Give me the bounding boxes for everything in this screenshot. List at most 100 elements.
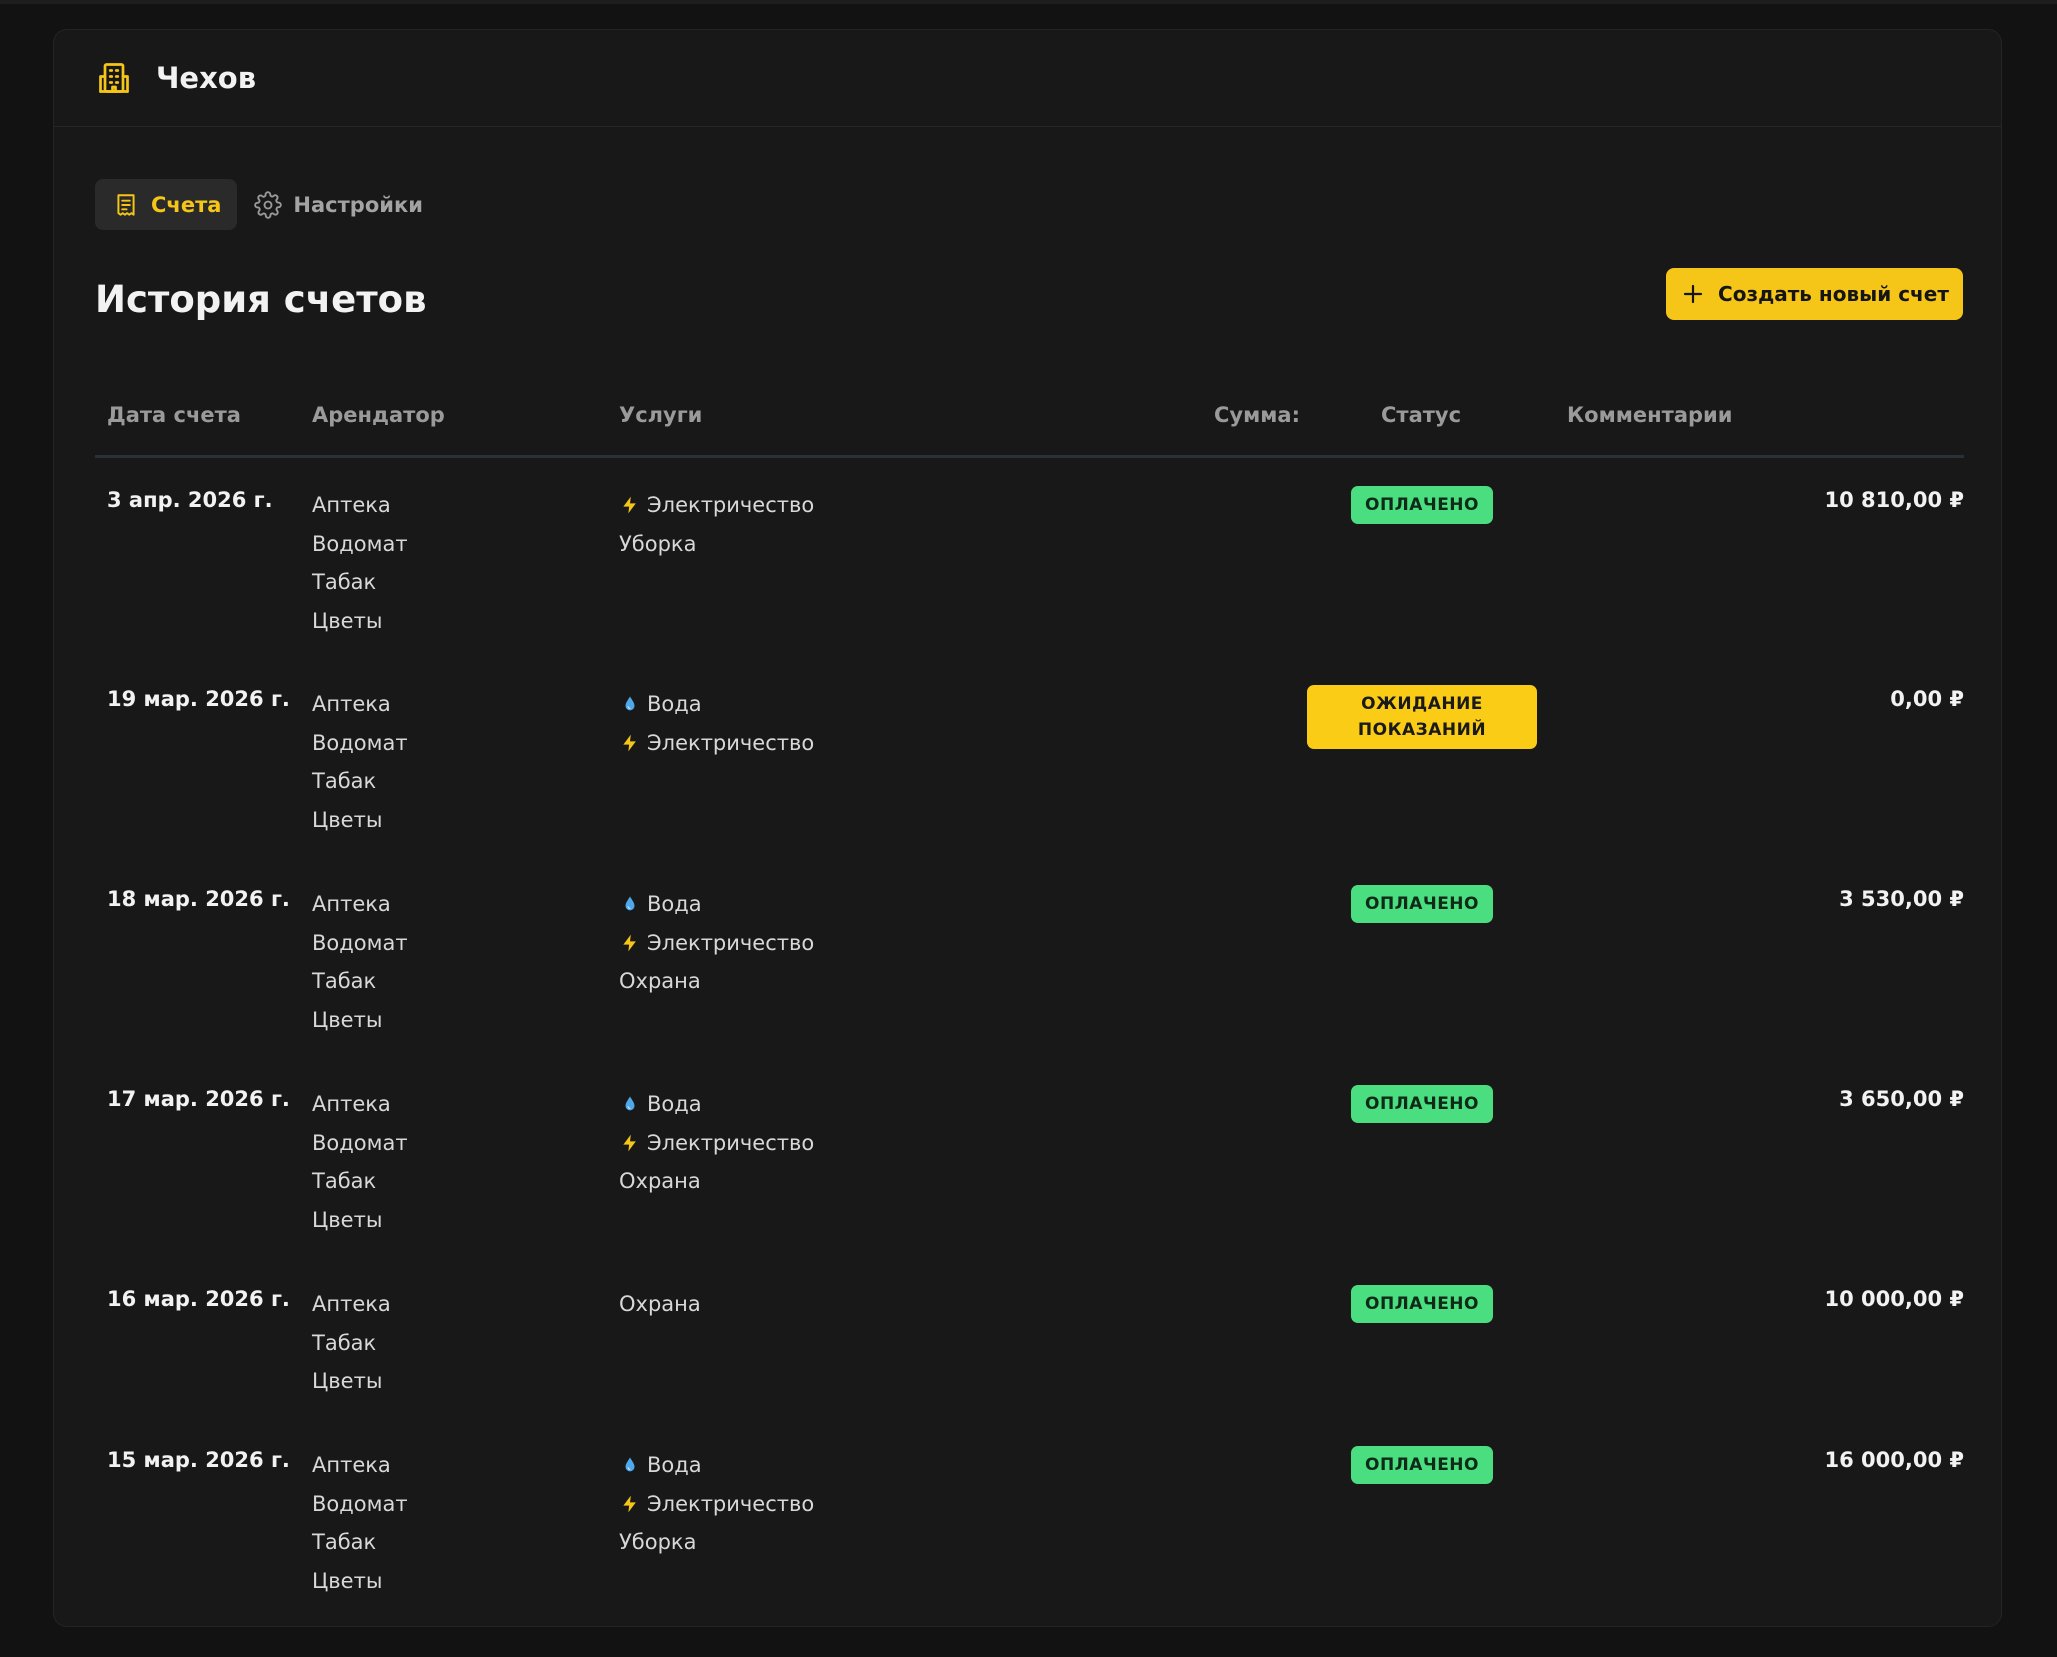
tenant-name: Табак xyxy=(312,1530,377,1554)
status-cell: ОПЛАЧЕНО xyxy=(1307,1285,1537,1323)
invoice-table: Дата счета Арендатор Услуги Сумма: Стату… xyxy=(95,370,1964,1608)
table-row[interactable]: 17 мар. 2026 г. Аптека Водомат Табак Цветы Во… xyxy=(95,1057,1964,1257)
tenant-name: Цветы xyxy=(312,1369,383,1393)
tenant-name: Водомат xyxy=(312,531,408,556)
tenant-name: Аптека xyxy=(312,692,391,716)
tab-invoices-label: Счета xyxy=(151,192,222,217)
card-header: Чехов xyxy=(54,30,2001,127)
tenant-name: Аптека xyxy=(312,1453,391,1477)
tab-settings[interactable]: Настройки xyxy=(237,179,439,230)
lightning-icon xyxy=(619,494,641,516)
tenant-name: Табак xyxy=(312,769,377,793)
col-date: Дата счета xyxy=(107,403,241,427)
status-cell: ОПЛАЧЕНО xyxy=(1307,486,1537,524)
lightning-icon xyxy=(619,732,641,754)
property-card: Чехов Счета Настройки История счетов Соз… xyxy=(53,29,2002,1627)
service-item: Уборка xyxy=(619,1523,814,1562)
status-text: ОЖИДАНИЕ xyxy=(1361,694,1483,714)
tenant-name: Аптека xyxy=(312,493,391,517)
status-badge: ОПЛАЧЕНО xyxy=(1351,1085,1493,1123)
service-name: Электричество xyxy=(647,930,815,955)
table-header: Дата счета Арендатор Услуги Сумма: Стату… xyxy=(95,370,1964,458)
status-text: ОПЛАЧЕНО xyxy=(1365,1294,1479,1314)
water-drop-icon xyxy=(619,1093,641,1115)
status-badge: ОПЛАЧЕНО xyxy=(1351,1285,1493,1323)
lightning-icon xyxy=(619,1493,641,1515)
tenant-name: Водомат xyxy=(312,930,408,955)
col-services: Услуги xyxy=(619,403,703,427)
tenant-name: Аптека xyxy=(312,1092,391,1116)
service-name: Вода xyxy=(647,1453,702,1477)
service-name: Вода xyxy=(647,692,702,716)
service-item: Электричество xyxy=(619,924,814,963)
table-row[interactable]: 16 мар. 2026 г. Аптека Табак Цветы Охрана 10 … xyxy=(95,1257,1964,1418)
tenant-name: Табак xyxy=(312,570,377,594)
gear-icon xyxy=(253,190,283,220)
tab-settings-label: Настройки xyxy=(293,192,423,217)
invoice-date: 17 мар. 2026 г. xyxy=(107,1087,290,1111)
service-item: Охрана xyxy=(619,1285,701,1324)
receipt-icon xyxy=(111,190,141,220)
tenant-list: Аптека Водомат Табак Цветы xyxy=(312,1085,408,1239)
service-item: Электричество xyxy=(619,1124,814,1163)
status-cell: ОПЛАЧЕНО xyxy=(1307,1446,1537,1484)
tenant-name: Цветы xyxy=(312,807,383,832)
tenant-name: Табак xyxy=(312,1330,377,1355)
service-item: Охрана xyxy=(619,1162,814,1201)
tenant-name: Цветы xyxy=(312,1007,383,1032)
status-text: ОПЛАЧЕНО xyxy=(1365,495,1479,515)
service-name: Вода xyxy=(647,892,702,916)
status-cell: ОПЛАЧЕНО xyxy=(1307,885,1537,923)
invoice-date: 16 мар. 2026 г. xyxy=(107,1287,290,1311)
service-list: Охрана xyxy=(619,1285,701,1324)
service-name: Охрана xyxy=(619,969,701,993)
invoice-date: 3 апр. 2026 г. xyxy=(107,488,273,512)
col-amount: Сумма: xyxy=(1214,403,1300,427)
lightning-icon xyxy=(619,1132,641,1154)
status-badge: ОПЛАЧЕНО xyxy=(1351,885,1493,923)
col-status: Статус xyxy=(1381,403,1462,427)
status-text: ОПЛАЧЕНО xyxy=(1365,1455,1479,1475)
table-row[interactable]: 3 апр. 2026 г. Аптека Водомат Табак Цветы Эле… xyxy=(95,458,1964,657)
tenant-name: Аптека xyxy=(312,1292,391,1316)
water-drop-icon xyxy=(619,1454,641,1476)
status-text: ОПЛАЧЕНО xyxy=(1365,894,1479,914)
tenant-list: Аптека Водомат Табак Цветы xyxy=(312,685,408,839)
service-name: Охрана xyxy=(619,1169,701,1193)
service-item: Охрана xyxy=(619,962,814,1001)
service-item: Электричество xyxy=(619,724,814,763)
create-invoice-button[interactable]: Создать новый счет xyxy=(1666,268,1963,320)
tenant-name: Цветы xyxy=(312,608,383,633)
tenant-list: Аптека Табак Цветы xyxy=(312,1285,391,1401)
property-title: Чехов xyxy=(156,61,257,95)
tenant-name: Табак xyxy=(312,1169,377,1193)
tab-invoices[interactable]: Счета xyxy=(95,179,238,230)
tenant-name: Водомат xyxy=(312,1491,408,1516)
building-icon xyxy=(94,58,134,98)
table-row[interactable]: 15 мар. 2026 г. Аптека Водомат Табак Цветы Во… xyxy=(95,1418,1964,1608)
service-name: Электричество xyxy=(647,1130,815,1155)
status-badge: ОПЛАЧЕНО xyxy=(1351,1446,1493,1484)
table-row[interactable]: 19 мар. 2026 г. Аптека Водомат Табак Цветы Во… xyxy=(95,657,1964,857)
table-row[interactable]: 18 мар. 2026 г. Аптека Водомат Табак Цветы Во… xyxy=(95,857,1964,1057)
page-title: История счетов xyxy=(95,278,427,321)
tenant-list: Аптека Водомат Табак Цветы xyxy=(312,885,408,1039)
top-edge xyxy=(0,0,2057,4)
create-invoice-label: Создать новый счет xyxy=(1718,282,1949,306)
col-comments: Комментарии xyxy=(1567,403,1733,427)
status-badge: ОПЛАЧЕНО xyxy=(1351,486,1493,524)
invoice-date: 19 мар. 2026 г. xyxy=(107,687,290,711)
tenant-name: Табак xyxy=(312,969,377,993)
col-tenant: Арендатор xyxy=(312,403,445,427)
service-name: Охрана xyxy=(619,1292,701,1316)
lightning-icon xyxy=(619,932,641,954)
service-name: Уборка xyxy=(619,1530,697,1554)
invoice-date: 18 мар. 2026 г. xyxy=(107,887,290,911)
tab-bar: Счета Настройки xyxy=(95,179,439,230)
service-name: Электричество xyxy=(647,1491,815,1516)
service-name: Уборка xyxy=(619,531,697,556)
table-body: 3 апр. 2026 г. Аптека Водомат Табак Цветы Эле… xyxy=(95,458,1964,1608)
status-cell: ОПЛАЧЕНО xyxy=(1307,1085,1537,1123)
status-text: ОПЛАЧЕНО xyxy=(1365,1094,1479,1114)
tenant-name: Цветы xyxy=(312,1568,383,1593)
